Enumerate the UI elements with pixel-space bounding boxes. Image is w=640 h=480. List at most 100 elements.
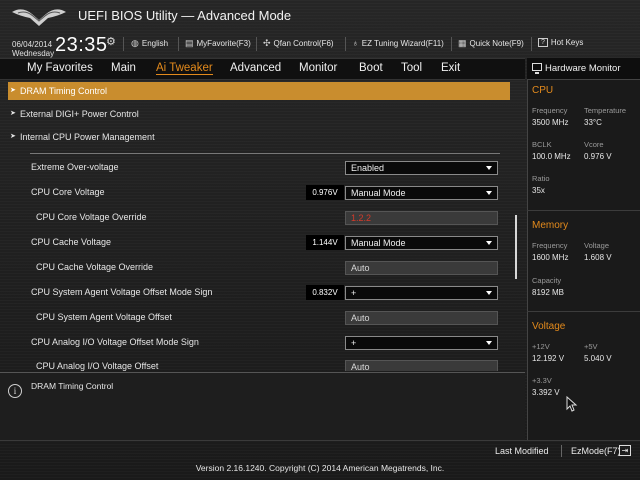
last-modified-button[interactable]: Last Modified — [495, 446, 549, 456]
mem-frequency-value: 1600 MHz — [532, 253, 569, 262]
version-info: Version 2.16.1240. Copyright (C) 2014 Am… — [195, 463, 445, 473]
section-divider — [527, 210, 640, 211]
capacity-label: Capacity — [532, 276, 562, 285]
tool-label: EZ Tuning Wizard(F11) — [361, 38, 444, 48]
dropdown-value: Manual Mode — [351, 238, 406, 248]
cpu-core-voltage-override-field[interactable]: 1.2.2 — [345, 211, 498, 225]
extreme-overvoltage-dropdown[interactable]: Enabled — [345, 161, 498, 175]
menu-tool[interactable]: Tool — [401, 62, 422, 74]
tool-label: MyFavorite(F3) — [196, 39, 251, 48]
submenu-digi-power[interactable]: ➤ External DIGI+ Power Control — [8, 105, 510, 123]
bclk-label: BCLK — [532, 140, 552, 149]
cpu-core-voltage-dropdown[interactable]: Manual Mode — [345, 186, 498, 200]
gear-icon[interactable]: ⚙ — [106, 35, 116, 48]
menu-monitor[interactable]: Monitor — [299, 62, 337, 74]
divider — [30, 153, 500, 154]
voltage-reading: 0.832V — [306, 285, 344, 300]
caret-down-icon — [486, 341, 492, 345]
menu-boot[interactable]: Boot — [359, 62, 383, 74]
submenu-cpu-power[interactable]: ➤ Internal CPU Power Management — [8, 128, 510, 146]
cpu-cache-voltage-dropdown[interactable]: Manual Mode — [345, 236, 498, 250]
v5-value: 5.040 V — [584, 354, 612, 363]
separator — [561, 445, 562, 457]
sa-offset-sign-dropdown[interactable]: + — [345, 286, 498, 300]
menu-exit[interactable]: Exit — [441, 62, 460, 74]
caret-down-icon — [486, 166, 492, 170]
date-display: 06/04/2014 Wednesday — [12, 40, 54, 58]
help-icon: ? — [538, 38, 548, 47]
submenu-label: External DIGI+ Power Control — [20, 109, 139, 119]
favorite-icon: ▤ — [185, 38, 194, 48]
memory-section-title: Memory — [532, 220, 569, 231]
setting-label: CPU Core Voltage Override — [36, 212, 147, 222]
dropdown-value: + — [351, 338, 357, 348]
clipped-row: CPU Analog I/O Voltage Offset Auto — [0, 357, 525, 371]
scrollbar[interactable] — [515, 215, 517, 279]
menu-advanced[interactable]: Advanced — [230, 62, 281, 74]
bulb-icon: ♁ — [352, 38, 359, 48]
cpu-frequency-label: Frequency — [532, 106, 568, 115]
note-icon: ▦ — [458, 38, 467, 48]
ez-mode-button[interactable]: EzMode(F7) — [571, 446, 621, 456]
separator — [256, 37, 257, 51]
arrow-right-icon: ➤ — [10, 87, 16, 94]
setting-label: CPU Cache Voltage Override — [36, 262, 154, 272]
setting-label: CPU System Agent Voltage Offset Mode Sig… — [31, 287, 213, 297]
hot-keys-button[interactable]: ? Hot Keys — [538, 38, 583, 47]
separator — [345, 37, 346, 51]
mem-frequency-label: Frequency — [532, 241, 568, 250]
setting-label: CPU System Agent Voltage Offset — [36, 312, 172, 322]
tool-label: Hot Keys — [550, 38, 584, 47]
cpu-temperature-value: 33°C — [584, 118, 602, 127]
app-title: UEFI BIOS Utility — Advanced Mode — [78, 8, 292, 23]
monitor-icon — [532, 63, 542, 74]
language-button[interactable]: ◍ English — [131, 38, 168, 49]
ez-tuning-button[interactable]: ♁ EZ Tuning Wizard(F11) — [352, 38, 444, 48]
info-icon: i — [8, 384, 22, 398]
dropdown-value: Manual Mode — [351, 188, 406, 198]
quick-note-button[interactable]: ▦ Quick Note(F9) — [458, 38, 524, 49]
menu-ai-tweaker[interactable]: Ai Tweaker — [156, 62, 213, 75]
voltage-section-title: Voltage — [532, 321, 566, 332]
submenu-dram-timing[interactable]: ➤ DRAM Timing Control — [8, 82, 510, 100]
v12-label: +12V — [532, 342, 550, 351]
arrow-right-icon: ➤ — [10, 133, 16, 140]
menu-my-favorites[interactable]: My Favorites — [27, 62, 93, 74]
capacity-value: 8192 MB — [532, 288, 565, 297]
fan-icon: ✣ — [263, 38, 271, 48]
setting-label: CPU Core Voltage — [31, 187, 105, 197]
menu-main[interactable]: Main — [111, 62, 136, 74]
caret-down-icon — [486, 241, 492, 245]
qfan-button[interactable]: ✣ Qfan Control(F6) — [263, 38, 334, 49]
cpu-cache-voltage-override-field[interactable]: Auto — [345, 261, 498, 275]
separator — [451, 37, 452, 51]
myfavorite-button[interactable]: ▤ MyFavorite(F3) — [185, 38, 251, 49]
v33-label: +3.3V — [532, 376, 552, 385]
dropdown-value: Enabled — [351, 163, 385, 173]
caret-down-icon — [486, 191, 492, 195]
sa-offset-field[interactable]: Auto — [345, 311, 498, 325]
tool-label: English — [141, 39, 169, 48]
exit-arrow-icon[interactable]: ⇥ — [619, 445, 631, 456]
vcore-label: Vcore — [584, 140, 604, 149]
separator — [123, 37, 124, 51]
setting-label: CPU Analog I/O Voltage Offset Mode Sign — [31, 337, 199, 347]
analog-io-offset-field[interactable]: Auto — [345, 360, 498, 371]
hardware-monitor-title: Hardware Monitor — [545, 63, 621, 74]
setting-label: Extreme Over-voltage — [31, 162, 119, 172]
v33-value: 3.392 V — [532, 388, 560, 397]
analog-io-offset-sign-dropdown[interactable]: + — [345, 336, 498, 350]
tool-label: Quick Note(F9) — [469, 39, 524, 48]
globe-icon: ◍ — [131, 38, 139, 48]
cpu-frequency-value: 3500 MHz — [532, 118, 569, 127]
dropdown-value: + — [351, 288, 357, 298]
caret-down-icon — [486, 291, 492, 295]
bclk-value: 100.0 MHz — [532, 152, 571, 161]
footer-divider — [0, 440, 640, 441]
separator — [531, 37, 532, 51]
cpu-temperature-label: Temperature — [584, 106, 627, 115]
submenu-label: DRAM Timing Control — [20, 86, 108, 96]
vcore-value: 0.976 V — [584, 152, 612, 161]
mem-voltage-label: Voltage — [584, 241, 610, 250]
mouse-cursor-icon — [566, 396, 578, 412]
